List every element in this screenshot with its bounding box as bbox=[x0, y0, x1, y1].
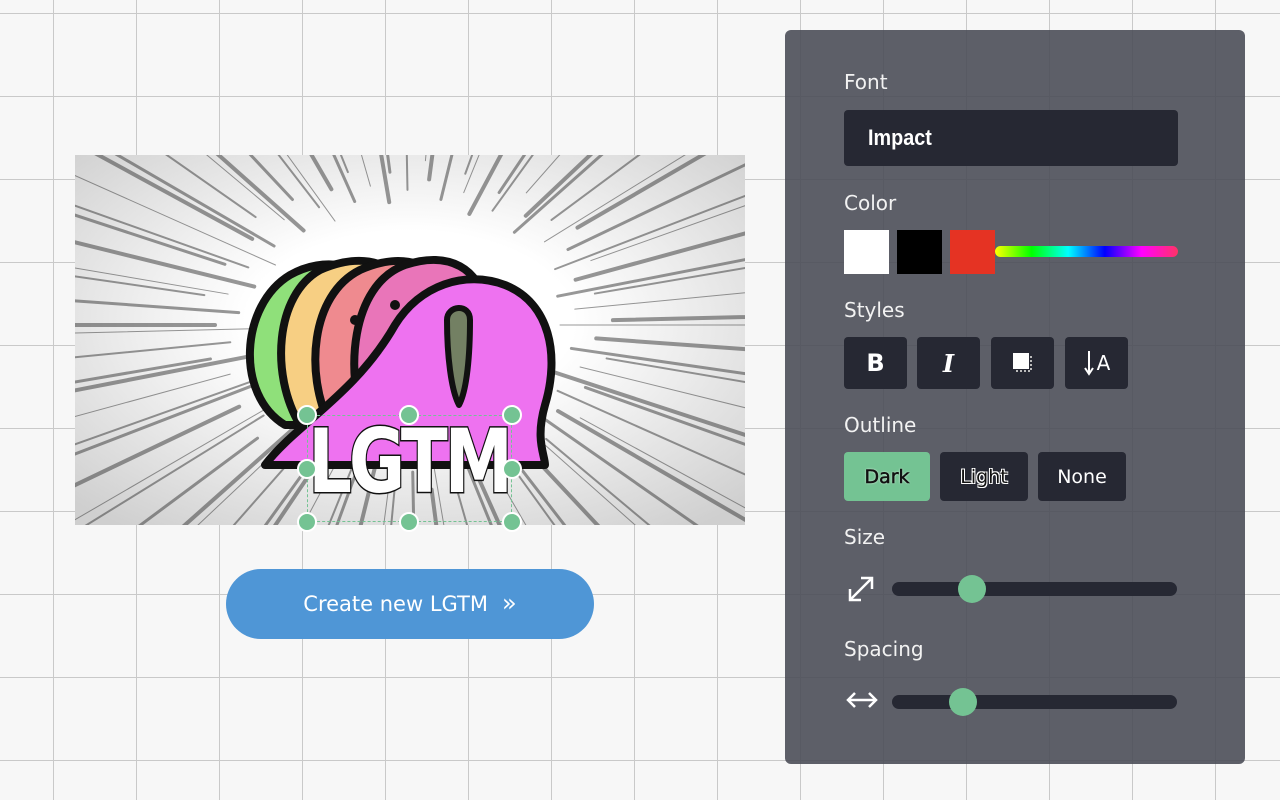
outline-dark-button[interactable]: Dark bbox=[844, 452, 930, 501]
settings-panel: Font Impact Color Styles B I A Outline D… bbox=[785, 30, 1245, 764]
font-select-value: Impact bbox=[868, 125, 932, 150]
outline-light-label: Light bbox=[960, 465, 1008, 488]
size-label: Size bbox=[844, 525, 886, 549]
bold-button[interactable]: B bbox=[844, 337, 907, 389]
outline-none-button[interactable]: None bbox=[1038, 452, 1126, 501]
spacing-slider[interactable] bbox=[892, 688, 1177, 716]
resize-diagonal-icon bbox=[848, 576, 874, 602]
spacing-slider-knob[interactable] bbox=[949, 688, 978, 716]
italic-button[interactable]: I bbox=[917, 337, 980, 389]
styles-label: Styles bbox=[844, 298, 905, 322]
resize-handle-top-center[interactable] bbox=[399, 405, 419, 425]
vertical-text-icon: A bbox=[1096, 351, 1111, 375]
italic-icon: I bbox=[942, 348, 955, 378]
hue-slider[interactable] bbox=[995, 246, 1178, 257]
color-swatch-white[interactable] bbox=[844, 230, 889, 274]
create-new-lgtm-button[interactable]: Create new LGTM » bbox=[226, 569, 594, 639]
resize-handle-top-left[interactable] bbox=[297, 405, 317, 425]
canvas-bottom-edge bbox=[290, 525, 530, 539]
font-label: Font bbox=[844, 70, 888, 94]
double-chevron-right-icon: » bbox=[502, 588, 517, 617]
color-label: Color bbox=[844, 191, 897, 215]
text-selection-box[interactable] bbox=[307, 415, 512, 522]
resize-handle-middle-left[interactable] bbox=[297, 459, 317, 479]
outline-dark-label: Dark bbox=[864, 465, 910, 488]
font-select[interactable]: Impact bbox=[844, 110, 1178, 166]
color-swatch-black[interactable] bbox=[897, 230, 942, 274]
bold-icon: B bbox=[866, 349, 885, 377]
size-slider[interactable] bbox=[892, 575, 1177, 603]
outline-light-button[interactable]: Light bbox=[940, 452, 1028, 501]
size-slider-knob[interactable] bbox=[957, 575, 986, 603]
resize-handle-top-right[interactable] bbox=[502, 405, 522, 425]
outline-label: Outline bbox=[844, 413, 917, 437]
arrow-down-icon bbox=[1083, 351, 1094, 376]
spacing-label: Spacing bbox=[844, 637, 924, 661]
resize-handle-middle-right[interactable] bbox=[502, 459, 522, 479]
horizontal-arrows-icon bbox=[846, 692, 878, 708]
create-button-label: Create new LGTM bbox=[303, 592, 489, 616]
vertical-text-button[interactable]: A bbox=[1065, 337, 1128, 389]
shadow-button[interactable] bbox=[991, 337, 1054, 389]
color-swatch-red[interactable] bbox=[950, 230, 995, 274]
outline-none-label: None bbox=[1057, 465, 1107, 488]
text-shadow-icon bbox=[1012, 353, 1032, 372]
